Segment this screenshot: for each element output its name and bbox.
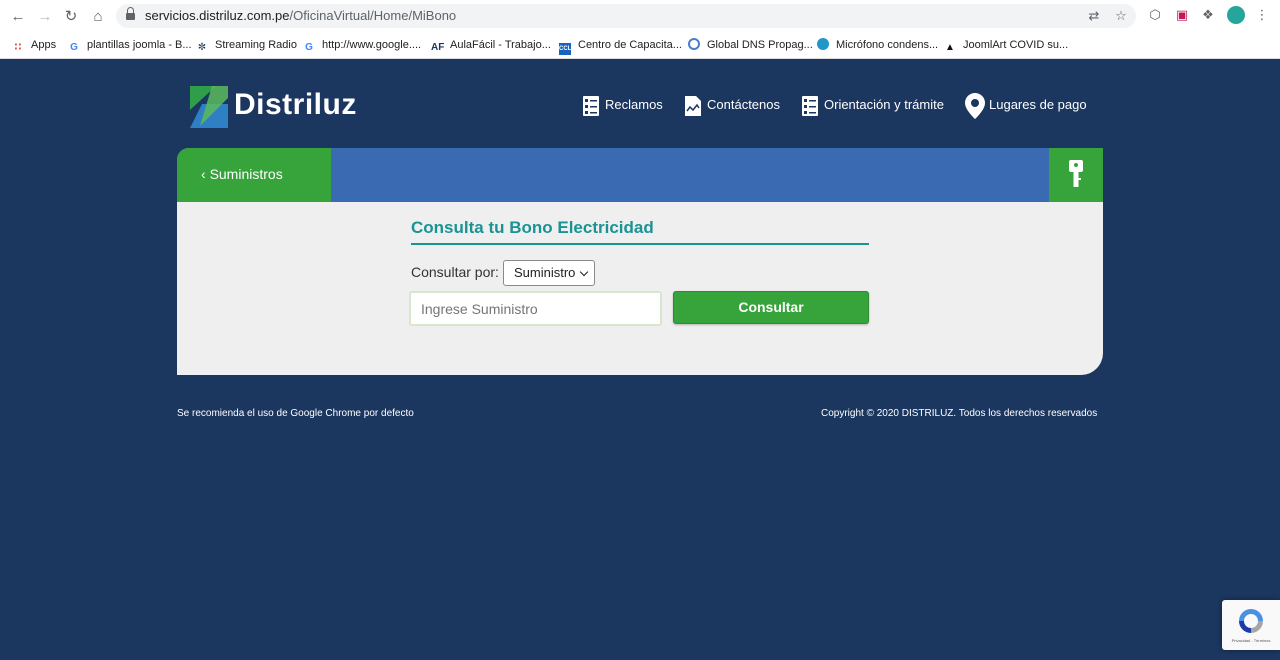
checklist-icon xyxy=(583,95,599,116)
star-icon[interactable]: ☆ xyxy=(1113,8,1129,24)
recaptcha-badge[interactable]: Privacidad - Términos xyxy=(1222,600,1280,650)
bookmark-item[interactable]: Global DNS Propag... xyxy=(688,36,813,54)
browser-toolbar: ← → ↻ ⌂ servicios.distriluz.com.pe/Ofici… xyxy=(0,0,1280,32)
avatar[interactable] xyxy=(1227,6,1245,24)
bookmarks-bar: ∷ Apps Gplantillas joomla - B... ✼ Streami… xyxy=(0,32,1280,59)
nav-contactenos[interactable]: Contáctenos xyxy=(685,92,780,118)
select-value: Suministro xyxy=(514,265,576,280)
consult-by-label: Consultar por: xyxy=(411,264,499,280)
recaptcha-icon xyxy=(1239,609,1263,633)
radio-icon: ✼ xyxy=(197,42,207,53)
nav-orientacion[interactable]: Orientación y trámite xyxy=(802,92,944,118)
recaptcha-links[interactable]: Privacidad - Términos xyxy=(1222,638,1280,643)
circle-icon xyxy=(817,38,829,50)
address-bar[interactable]: servicios.distriluz.com.pe/OficinaVirtua… xyxy=(116,4,1136,28)
nav-reclamos[interactable]: Reclamos xyxy=(583,92,663,118)
consultar-button[interactable]: Consultar xyxy=(673,291,869,324)
dns-icon xyxy=(688,38,700,50)
kebab-menu-icon[interactable]: ⋮ xyxy=(1254,7,1270,23)
browser-recommendation: Se recomienda el uso de Google Chrome po… xyxy=(177,408,414,419)
ccl-icon: CCL xyxy=(559,43,571,55)
title-divider xyxy=(411,243,869,245)
aulafacil-icon: AF xyxy=(431,42,445,53)
bookmark-apps[interactable]: ∷ Apps xyxy=(12,36,57,54)
nav-lugares-de-pago[interactable]: Lugares de pago xyxy=(965,92,1087,119)
home-icon[interactable]: ⌂ xyxy=(87,6,109,28)
google-icon: G xyxy=(70,42,78,53)
bookmark-item[interactable]: AF AulaFácil - Trabajo... xyxy=(431,36,551,54)
suministro-input[interactable] xyxy=(409,291,662,326)
brand-name: Distriluz xyxy=(234,88,357,121)
url-text: servicios.distriluz.com.pe/OficinaVirtua… xyxy=(145,8,457,23)
google-icon: G xyxy=(305,42,313,53)
forward-arrow-icon[interactable]: → xyxy=(34,6,56,28)
bookmark-item[interactable]: ▲ JoomlArt COVID su... xyxy=(944,36,1068,54)
joomlart-icon: ▲ xyxy=(945,42,955,53)
consult-type-select[interactable]: Suministro xyxy=(503,260,595,286)
copyright: Copyright © 2020 DISTRILUZ. Todos los de… xyxy=(821,408,1098,419)
bookmark-item[interactable]: Micrófono condens... xyxy=(817,36,938,54)
form-title: Consulta tu Bono Electricidad xyxy=(411,218,654,237)
puzzle-extensions-icon[interactable]: ❖ xyxy=(1200,7,1216,23)
distriluz-logo-icon xyxy=(190,86,228,128)
document-icon xyxy=(685,95,701,116)
bono-card: ‹ Suministros Consulta tu Bono Electrici… xyxy=(177,148,1103,375)
cube-extension-icon[interactable]: ⬡ xyxy=(1147,7,1163,23)
back-button-label: Suministros xyxy=(209,166,283,182)
map-pin-icon xyxy=(965,92,985,119)
chevron-left-icon: ‹ xyxy=(201,166,206,182)
translate-icon[interactable]: ⇄ xyxy=(1086,8,1102,24)
bookmark-item[interactable]: Gplantillas joomla - B... xyxy=(68,36,191,54)
bookmark-item[interactable]: ✼ Streaming Radio xyxy=(196,36,297,54)
key-button[interactable] xyxy=(1049,148,1103,202)
back-arrow-icon[interactable]: ← xyxy=(7,6,29,28)
bookmark-item[interactable]: Ghttp://www.google.... xyxy=(303,36,421,54)
lock-icon xyxy=(126,7,135,21)
shield-extension-icon[interactable]: ▣ xyxy=(1174,7,1190,23)
key-icon xyxy=(1069,160,1083,187)
bookmark-item[interactable]: CCL Centro de Capacita... xyxy=(559,36,682,55)
checklist-icon xyxy=(802,95,818,116)
suministros-back-button[interactable]: ‹ Suministros xyxy=(177,148,331,202)
apps-grid-icon: ∷ xyxy=(14,42,22,53)
chevron-down-icon xyxy=(579,267,589,277)
reload-icon[interactable]: ↻ xyxy=(60,6,82,28)
